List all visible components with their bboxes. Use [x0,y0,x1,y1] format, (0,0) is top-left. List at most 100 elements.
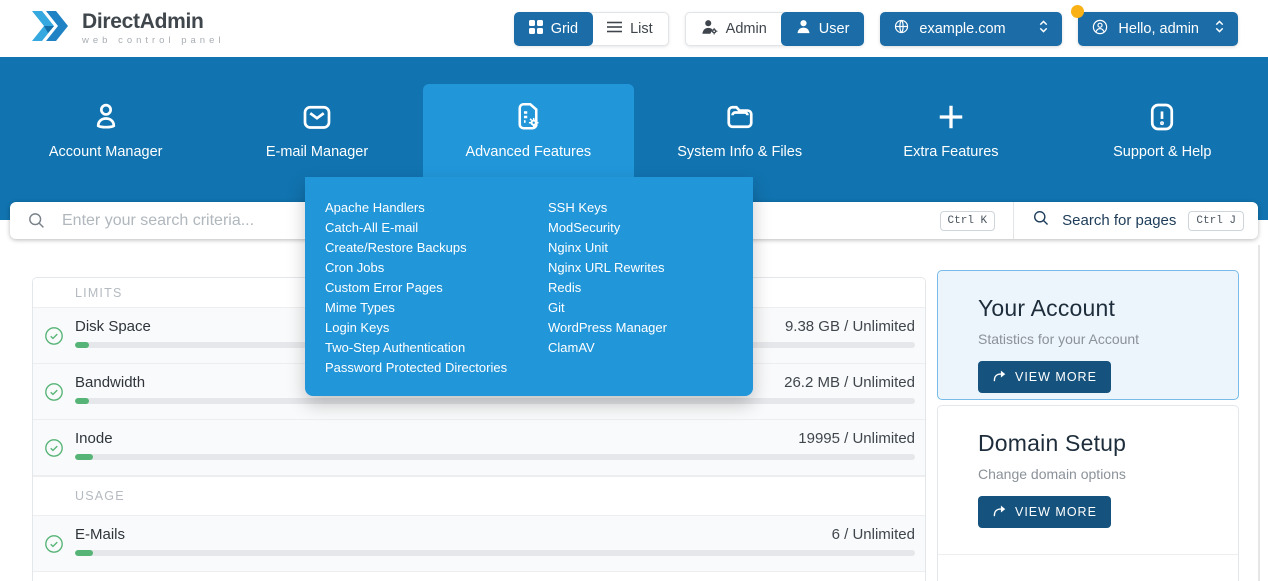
sidebar-panel: Domain Setup Change domain options VIEW … [937,405,1239,581]
advanced-features-menu: Apache Handlers Catch-All E-mail Create/… [305,177,753,396]
person-icon [88,99,124,135]
domain-value: example.com [919,21,1005,37]
role-toggle-group: Admin User [685,12,865,46]
search-pages-label: Search for pages [1062,212,1176,229]
check-circle-icon [33,420,75,475]
search-pages-group[interactable]: Search for pages Ctrl J [1014,209,1258,232]
view-more-button[interactable]: VIEW MORE [978,496,1111,528]
search-icon [27,211,46,230]
grid-view-button[interactable]: Grid [514,12,593,46]
view-more-label: VIEW MORE [1015,505,1097,519]
stat-label: Inode [75,430,113,447]
menu-item-two-step-authentication[interactable]: Two-Step Authentication [325,338,548,358]
menu-item-password-protected-directories[interactable]: Password Protected Directories [325,358,548,378]
view-more-label: VIEW MORE [1015,370,1097,384]
menu-item-login-keys[interactable]: Login Keys [325,318,548,338]
nav-item-label: Advanced Features [465,144,591,160]
directadmin-logo[interactable]: DirectAdmin web control panel [30,7,224,50]
menu-item-cron-jobs[interactable]: Cron Jobs [325,258,548,278]
menu-item-git[interactable]: Git [548,298,753,318]
domain-setup-card: Domain Setup Change domain options VIEW … [938,406,1238,555]
globe-icon [893,18,910,39]
logo-subtitle: web control panel [82,35,224,46]
nav-item-label: Account Manager [49,144,163,160]
menu-item-apache-handlers[interactable]: Apache Handlers [325,198,548,218]
menu-item-custom-error-pages[interactable]: Custom Error Pages [325,278,548,298]
view-toggle-group: Grid List [514,12,669,46]
list-icon [607,21,622,37]
header-controls: Grid List Admin [514,12,1238,46]
redirect-arrow-icon [992,504,1007,520]
stat-label: Disk Space [75,318,151,335]
progress-fill [75,454,93,460]
menu-column-2: SSH Keys ModSecurity Nginx Unit Nginx UR… [548,198,753,378]
menu-item-redis[interactable]: Redis [548,278,753,298]
nav-item-system-info-files[interactable]: System Info & Files [634,84,845,177]
redirect-arrow-icon [992,369,1007,385]
folder-icon [722,99,758,135]
plus-icon [933,99,969,135]
list-view-button[interactable]: List [592,13,668,45]
nav-item-advanced-features[interactable]: Advanced Features [423,84,634,177]
admin-gear-user-icon [701,19,718,39]
scrollbar-track[interactable] [1258,245,1260,581]
admin-label: Admin [726,21,767,37]
admin-level-button[interactable]: Admin [686,13,782,45]
menu-column-1: Apache Handlers Catch-All E-mail Create/… [325,198,548,378]
nav-item-label: Extra Features [903,144,998,160]
domain-select[interactable]: example.com [880,12,1062,46]
nav-item-email-manager[interactable]: E-mail Manager [211,84,422,177]
progress-bar [75,550,915,556]
nav-item-label: System Info & Files [677,144,802,160]
menu-item-nginx-url-rewrites[interactable]: Nginx URL Rewrites [548,258,753,278]
nav-item-label: E-mail Manager [266,144,368,160]
menu-item-create-restore-backups[interactable]: Create/Restore Backups [325,238,548,258]
limits-title: LIMITS [75,286,122,300]
user-menu-select[interactable]: Hello, admin [1078,12,1238,46]
nav-item-account-manager[interactable]: Account Manager [0,84,211,177]
menu-item-wordpress-manager[interactable]: WordPress Manager [548,318,753,338]
main-nav: Account Manager E-mail Manager Advanced … [0,84,1268,177]
chevron-updown-icon [1038,19,1049,38]
notification-dot [1071,5,1084,18]
directadmin-page: DirectAdmin web control panel Grid List [0,0,1268,581]
user-circle-icon [1091,18,1109,40]
nav-item-label: Support & Help [1113,144,1211,160]
check-circle-icon [33,516,75,571]
logo-chevrons-icon [30,7,72,50]
user-level-button[interactable]: User [781,12,865,46]
user-label: User [819,21,850,37]
view-more-button[interactable]: VIEW MORE [978,361,1111,393]
messages-card: Messages [938,555,1238,581]
card-subtitle: Change domain options [978,466,1198,482]
usage-section-header: USAGE [33,476,925,516]
progress-fill [75,398,89,404]
stat-value: 9.38 GB / Unlimited [785,318,915,335]
stat-row-emails[interactable]: E-Mails 6 / Unlimited [33,516,925,572]
stat-row-inode[interactable]: Inode 19995 / Unlimited [33,420,925,476]
grid-label: Grid [551,21,578,37]
greeting-value: Hello, admin [1118,21,1199,37]
search-pages-shortcut-badge: Ctrl J [1188,211,1244,231]
stat-value: 19995 / Unlimited [798,430,915,447]
usage-title: USAGE [75,489,125,503]
menu-item-modsecurity[interactable]: ModSecurity [548,218,753,238]
progress-bar [75,454,915,460]
search-pages-icon [1032,209,1050,232]
stat-value: 6 / Unlimited [832,526,915,543]
menu-item-mime-types[interactable]: Mime Types [325,298,548,318]
grid-icon [529,20,543,38]
card-subtitle: Statistics for your Account [978,331,1198,347]
file-gear-icon [510,99,546,135]
menu-item-clamav[interactable]: ClamAV [548,338,753,358]
nav-item-extra-features[interactable]: Extra Features [845,84,1056,177]
next-row-stub [33,572,925,581]
menu-item-catch-all-email[interactable]: Catch-All E-mail [325,218,548,238]
menu-item-ssh-keys[interactable]: SSH Keys [548,198,753,218]
menu-item-nginx-unit[interactable]: Nginx Unit [548,238,753,258]
card-title: Domain Setup [978,430,1198,457]
exclamation-icon [1144,99,1180,135]
nav-item-support-help[interactable]: Support & Help [1057,84,1268,177]
mail-icon [299,99,335,135]
stat-value: 26.2 MB / Unlimited [784,374,915,391]
